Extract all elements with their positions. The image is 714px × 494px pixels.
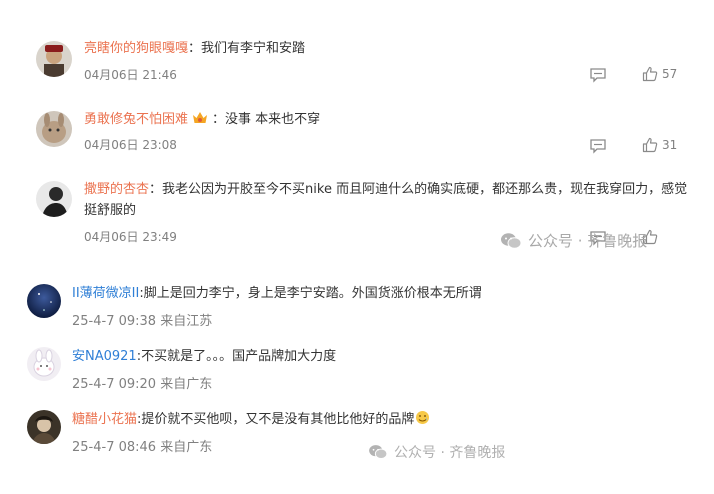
wechat-icon xyxy=(369,445,388,459)
reply-button[interactable] xyxy=(589,67,607,83)
separator: ： xyxy=(212,112,226,127)
avatar[interactable] xyxy=(27,410,61,444)
watermark-text: 公众号 · 齐鲁晚报 xyxy=(394,445,506,461)
comment-username[interactable]: II薄荷微凉II xyxy=(72,286,139,301)
wechat-icon xyxy=(501,232,522,249)
comment-text: 不买就是了。。。国产品牌加大力度 xyxy=(141,349,337,364)
comment-time: 04月06日 21:46 xyxy=(84,68,177,82)
separator: ： xyxy=(149,182,163,197)
like-count: 31 xyxy=(662,138,678,152)
separator: ： xyxy=(188,41,202,56)
comment-text: 没事 本来也不穿 xyxy=(225,112,321,127)
comment-username[interactable]: 勇敢修兔不怕困难 xyxy=(84,112,188,127)
comment-username[interactable]: 安NA0921 xyxy=(72,349,137,364)
comment-time: 04月06日 23:49 xyxy=(84,230,177,244)
avatar[interactable] xyxy=(36,111,72,147)
comment-time: 25-4-7 08:46 来自广东 xyxy=(72,440,213,455)
emoji-icon xyxy=(415,410,430,432)
avatar[interactable] xyxy=(36,181,72,217)
comment-time: 25-4-7 09:20 来自广东 xyxy=(72,377,213,392)
comment-text: 我们有李宁和安踏 xyxy=(201,41,306,56)
like-count: 57 xyxy=(662,67,678,81)
comment-text: 脚上是回力李宁，身上是李宁安踏。外国货涨价根本无所谓 xyxy=(143,286,482,301)
comment-icon xyxy=(590,68,606,83)
thumbs-up-icon xyxy=(642,137,658,153)
watermark-text: 公众号 · 齐鲁晚报 xyxy=(528,232,648,250)
member-badge-icon xyxy=(192,111,208,132)
avatar[interactable] xyxy=(36,41,72,77)
comment-text-line1: 我老公因为开胶至今不买nike 而且阿迪什么的确实底硬，都还那么贵，现在我穿回力… xyxy=(162,182,688,197)
comment-text-line2: 挺舒服的 xyxy=(84,203,137,218)
comment-icon xyxy=(590,139,606,154)
watermark: 公众号 · 齐鲁晚报 xyxy=(368,442,505,462)
watermark: 公众号 · 齐鲁晚报 xyxy=(500,230,647,251)
comment-username[interactable]: 亮瞎你的狗眼嘎嘎 xyxy=(84,41,188,56)
comment-time: 04月06日 23:08 xyxy=(84,138,177,152)
comment-time: 25-4-7 09:38 来自江苏 xyxy=(72,314,213,329)
avatar[interactable] xyxy=(27,284,61,318)
comment-username[interactable]: 糖醋小花猫 xyxy=(72,412,137,427)
like-button[interactable]: 31 xyxy=(642,137,677,153)
avatar[interactable] xyxy=(27,347,61,381)
thumbs-up-icon xyxy=(642,66,658,82)
reply-button[interactable] xyxy=(589,138,607,154)
like-button[interactable]: 57 xyxy=(642,66,677,82)
comment-username[interactable]: 撒野的杏杏 xyxy=(84,182,149,197)
comment-text: 提价就不买他呗，又不是没有其他比他好的品牌 xyxy=(141,412,415,427)
